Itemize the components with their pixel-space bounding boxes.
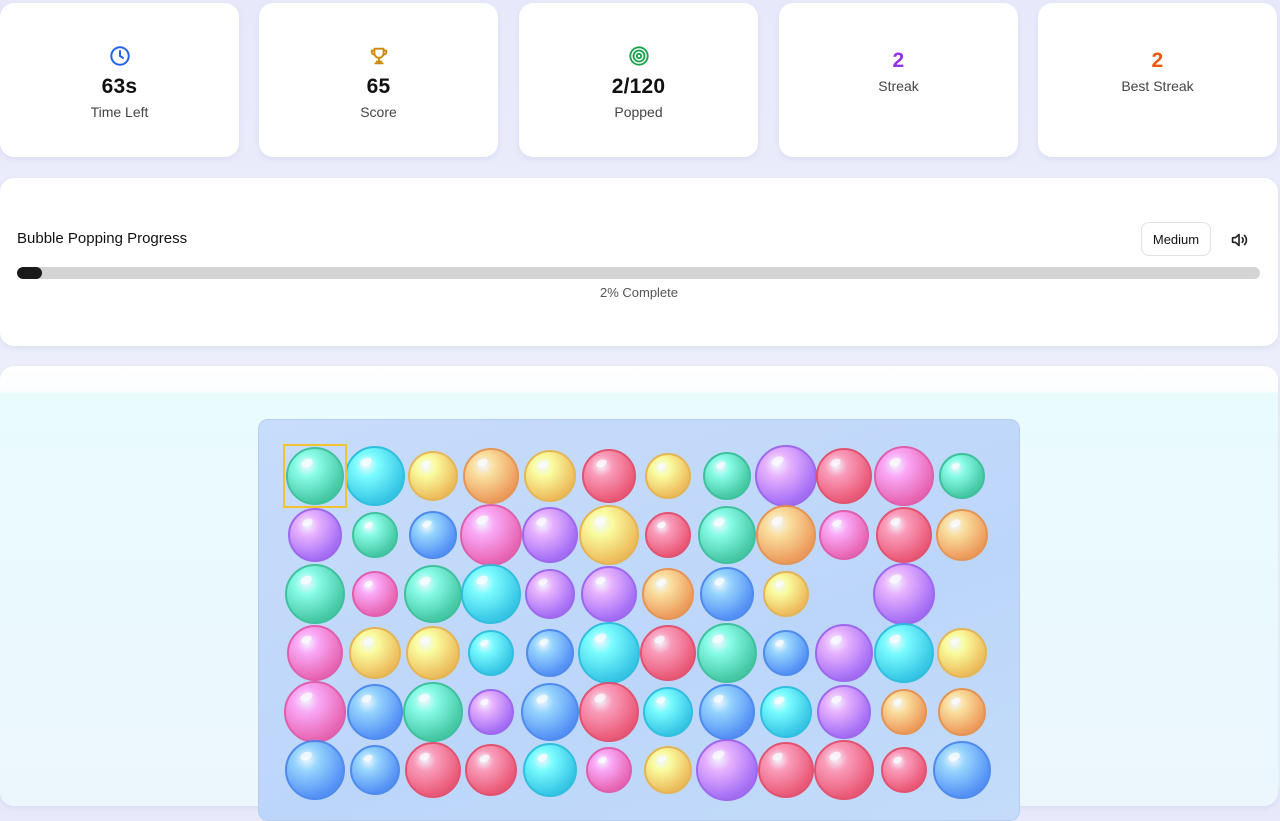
best-streak-card: 2 Best Streak	[1038, 3, 1277, 157]
bubble-purple[interactable]	[696, 739, 758, 801]
bubble-cyan[interactable]	[461, 564, 521, 624]
bubble-red[interactable]	[814, 740, 874, 800]
bubble-red[interactable]	[405, 742, 461, 798]
bubble-orange[interactable]	[881, 689, 927, 735]
bubble-red[interactable]	[640, 625, 696, 681]
bubble-blue[interactable]	[285, 740, 345, 800]
bubble-orange[interactable]	[642, 568, 694, 620]
best-streak-value: 2	[1151, 49, 1164, 72]
bubble-pink[interactable]	[874, 446, 934, 506]
time-left-label: Time Left	[90, 104, 149, 120]
bubble-gold[interactable]	[763, 571, 809, 617]
bubble-red[interactable]	[758, 742, 814, 798]
bubble-purple[interactable]	[525, 569, 575, 619]
bubble-orange[interactable]	[756, 505, 816, 565]
bubble-blue[interactable]	[763, 630, 809, 676]
bubble-teal[interactable]	[698, 506, 756, 564]
progress-bar-fill	[17, 267, 42, 279]
bubble-gold[interactable]	[349, 627, 401, 679]
bubble-teal[interactable]	[403, 682, 463, 742]
bubble-cyan[interactable]	[643, 687, 693, 737]
streak-card: 2 Streak	[779, 3, 1018, 157]
bubble-red[interactable]	[876, 507, 932, 563]
popped-label: Popped	[614, 104, 663, 120]
bubble-purple[interactable]	[817, 685, 871, 739]
bubble-teal[interactable]	[285, 564, 345, 624]
bubble-teal[interactable]	[352, 512, 398, 558]
streak-label: Streak	[878, 78, 919, 94]
bubble-orange[interactable]	[938, 688, 986, 736]
bubble-pink[interactable]	[819, 510, 869, 560]
bubble-blue[interactable]	[521, 683, 579, 741]
bubble-teal[interactable]	[404, 565, 462, 623]
score-value: 65	[366, 75, 391, 98]
bubble-pink[interactable]	[586, 747, 632, 793]
target-icon	[519, 45, 758, 67]
trophy-icon	[259, 45, 498, 67]
bubble-purple[interactable]	[815, 624, 873, 682]
score-card: 65 Score	[259, 3, 498, 157]
difficulty-button[interactable]: Medium	[1141, 222, 1211, 256]
bubble-cyan[interactable]	[760, 686, 812, 738]
bubble-cyan[interactable]	[468, 630, 514, 676]
bubble-purple[interactable]	[873, 563, 935, 625]
bubble-red[interactable]	[465, 744, 517, 796]
progress-card	[0, 178, 1278, 346]
bubble-red[interactable]	[645, 512, 691, 558]
popped-value: 2/120	[611, 75, 666, 98]
bubble-board	[258, 419, 1020, 821]
bubble-red[interactable]	[881, 747, 927, 793]
bubble-gold[interactable]	[645, 453, 691, 499]
bubble-purple[interactable]	[522, 507, 578, 563]
bubble-orange[interactable]	[936, 509, 988, 561]
bubble-red[interactable]	[579, 682, 639, 742]
popped-card: 2/120 Popped	[519, 3, 758, 157]
bubble-orange[interactable]	[463, 448, 519, 504]
best-streak-label: Best Streak	[1121, 78, 1194, 94]
bubble-pink[interactable]	[352, 571, 398, 617]
bubble-gold[interactable]	[524, 450, 576, 502]
bubble-pink[interactable]	[284, 681, 346, 743]
bubble-blue[interactable]	[347, 684, 403, 740]
bubble-blue[interactable]	[700, 567, 754, 621]
bubble-red[interactable]	[582, 449, 636, 503]
bubble-pink[interactable]	[287, 625, 343, 681]
bubble-blue[interactable]	[933, 741, 991, 799]
bubble-blue[interactable]	[409, 511, 457, 559]
bubble-purple[interactable]	[581, 566, 637, 622]
bubble-gold[interactable]	[579, 505, 639, 565]
progress-percent-text: 2% Complete	[599, 285, 679, 300]
time-left-card: 63s Time Left	[0, 3, 239, 157]
bubble-gold[interactable]	[937, 628, 987, 678]
progress-title: Bubble Popping Progress	[17, 230, 188, 247]
bubble-purple[interactable]	[288, 508, 342, 562]
bubble-cyan[interactable]	[345, 446, 405, 506]
bubble-cyan[interactable]	[874, 623, 934, 683]
bubble-blue[interactable]	[699, 684, 755, 740]
bubble-teal[interactable]	[703, 452, 751, 500]
bubble-cyan[interactable]	[523, 743, 577, 797]
progress-bar	[17, 267, 1260, 279]
streak-value: 2	[892, 49, 905, 72]
bubble-purple[interactable]	[468, 689, 514, 735]
bubble-teal[interactable]	[939, 453, 985, 499]
bubble-teal[interactable]	[697, 623, 757, 683]
score-label: Score	[360, 104, 397, 120]
bubble-teal[interactable]	[286, 447, 344, 505]
bubble-gold[interactable]	[408, 451, 458, 501]
bubble-cyan[interactable]	[578, 622, 640, 684]
time-left-value: 63s	[101, 75, 138, 98]
bubble-blue[interactable]	[526, 629, 574, 677]
speaker-icon[interactable]	[1228, 229, 1252, 251]
bubble-pink[interactable]	[460, 504, 522, 566]
bubble-blue[interactable]	[350, 745, 400, 795]
clock-icon	[0, 45, 239, 67]
bubble-red[interactable]	[816, 448, 872, 504]
bubble-gold[interactable]	[406, 626, 460, 680]
bubble-purple[interactable]	[755, 445, 817, 507]
